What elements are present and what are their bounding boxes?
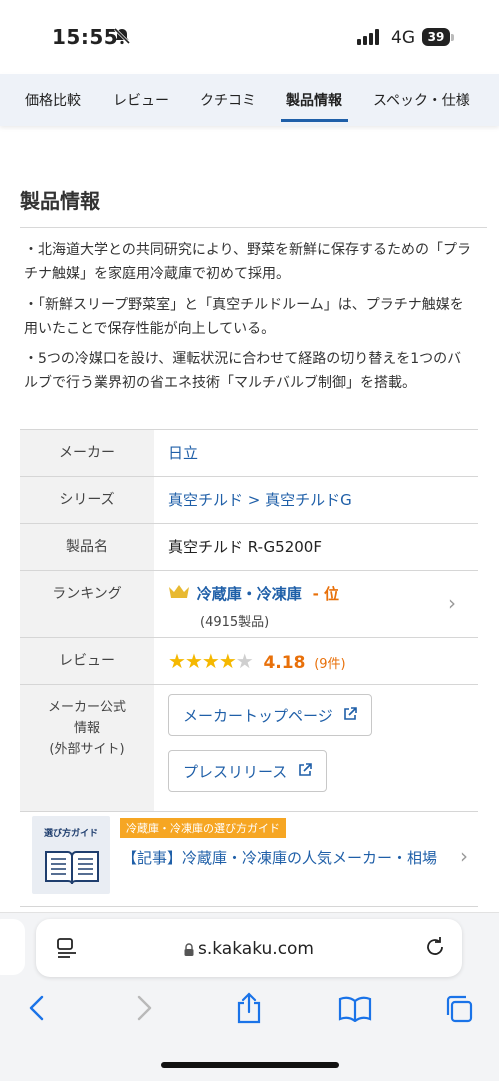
previous-tab-preview[interactable] — [0, 919, 25, 975]
ranking-position: - 位 — [312, 585, 340, 603]
page-title: 製品情報 — [20, 189, 100, 213]
lock-icon — [184, 941, 194, 960]
press-release-label: プレスリリース — [183, 763, 288, 781]
url-text[interactable]: s.kakaku.com — [198, 939, 314, 959]
tab-spec[interactable]: スペック・仕様 — [373, 90, 470, 110]
signal-icon — [357, 29, 383, 49]
maker-link[interactable]: 日立 — [168, 444, 198, 462]
guide-tag: 冷蔵庫・冷凍庫の選び方ガイド — [120, 818, 286, 838]
section-tab-bar: 価格比較 レビュー クチコミ 製品情報 スペック・仕様 — [0, 74, 499, 126]
bell-muted-icon — [113, 27, 131, 49]
battery-icon: 39 — [422, 28, 450, 46]
reader-format-icon[interactable] — [56, 937, 78, 963]
spec-row-product: 製品名 真空チルド R-G5200F — [20, 524, 478, 571]
status-bar: 15:55 4G 39 — [0, 0, 499, 74]
series-separator: > — [247, 491, 261, 509]
subseries-link[interactable]: 真空チルドG — [265, 491, 352, 509]
review-stars: ★★★★★ — [168, 649, 254, 673]
chevron-right-icon: › — [460, 844, 468, 868]
spec-label-maker: メーカー — [20, 430, 154, 476]
bookmarks-icon[interactable] — [338, 996, 372, 1026]
star-filled-icon: ★ — [184, 649, 203, 673]
battery-cap — [451, 34, 454, 41]
star-filled-icon: ★ — [218, 649, 237, 673]
tab-product-info[interactable]: 製品情報 — [286, 90, 342, 110]
spec-label-official-1: メーカー公式 — [47, 700, 126, 715]
series-link[interactable]: 真空チルド — [168, 491, 243, 509]
external-link-icon — [298, 763, 312, 781]
spec-label-product: 製品名 — [20, 524, 154, 570]
tab-kuchikomi[interactable]: クチコミ — [200, 90, 256, 110]
tab-review[interactable]: レビュー — [113, 90, 169, 110]
status-time: 15:55 — [52, 25, 119, 49]
spec-row-official: メーカー公式 情報 (外部サイト) メーカートップページ プレスリリース — [20, 685, 478, 812]
maker-top-page-label: メーカートップページ — [183, 707, 333, 725]
buying-guide-card[interactable]: 選び方ガイド 冷蔵庫・冷凍庫の選び方ガイド 【記事】冷蔵庫・冷凍庫の人気メーカー… — [20, 806, 478, 907]
star-empty-icon: ★ — [235, 649, 254, 673]
feature-bullet-2: ・「新鮮スリープ野菜室」と「真空チルドルーム」は、プラチナ触媒を用いたことで保存… — [24, 297, 464, 337]
divider — [20, 227, 487, 228]
guide-thumbnail: 選び方ガイド — [32, 816, 110, 894]
external-link-icon — [343, 707, 358, 725]
forward-icon[interactable] — [134, 994, 154, 1026]
book-icon — [44, 848, 100, 890]
star-filled-icon: ★ — [201, 649, 220, 673]
review-count[interactable]: (9件) — [314, 657, 345, 672]
star-filled-icon: ★ — [168, 649, 186, 673]
product-name: 真空チルド R-G5200F — [168, 538, 322, 556]
spec-label-official-2: 情報 — [73, 721, 100, 736]
reload-icon[interactable] — [424, 936, 446, 962]
feature-bullet-3: ・5つの冷媒口を設け、運転状況に合わせて経路の切り替えを1つのバルブで行う業界初… — [24, 351, 462, 391]
press-release-button[interactable]: プレスリリース — [168, 750, 328, 792]
active-tab-indicator — [281, 119, 348, 122]
chevron-right-icon: › — [448, 591, 456, 615]
crown-icon — [168, 585, 190, 603]
guide-thumb-label: 選び方ガイド — [43, 829, 98, 839]
tabs-icon[interactable] — [444, 994, 474, 1028]
review-score: 4.18 — [263, 653, 306, 673]
tab-price-compare[interactable]: 価格比較 — [25, 90, 81, 110]
spec-label-official-3: (外部サイト) — [49, 742, 125, 757]
share-icon[interactable] — [235, 992, 263, 1028]
maker-top-page-button[interactable]: メーカートップページ — [168, 694, 373, 736]
spec-label-review: レビュー — [20, 638, 154, 684]
ranking-category: 冷蔵庫・冷凍庫 — [196, 585, 302, 603]
feature-bullet-1: ・北海道大学との共同研究により、野菜を新鮮に保存するための「プラチナ触媒」を家庭… — [24, 242, 472, 282]
home-indicator — [161, 1062, 339, 1068]
spec-label-series: シリーズ — [20, 477, 154, 523]
guide-title[interactable]: 【記事】冷蔵庫・冷凍庫の人気メーカー・相場 — [122, 846, 442, 870]
network-type: 4G — [391, 28, 415, 48]
spec-table: メーカー 日立 シリーズ 真空チルド > 真空チルドG 製品名 真空チルド R-… — [20, 429, 478, 812]
ranking-count: (4915製品) — [200, 615, 270, 630]
spec-row-series: シリーズ 真空チルド > 真空チルドG — [20, 477, 478, 524]
spec-row-ranking[interactable]: ランキング 冷蔵庫・冷凍庫 - 位 (4915製品) › — [20, 571, 478, 638]
back-icon[interactable] — [27, 994, 47, 1026]
spec-label-ranking: ランキング — [20, 571, 154, 637]
spec-row-review: レビュー ★★★★★ 4.18 (9件) — [20, 638, 478, 685]
spec-row-maker: メーカー 日立 — [20, 430, 478, 477]
